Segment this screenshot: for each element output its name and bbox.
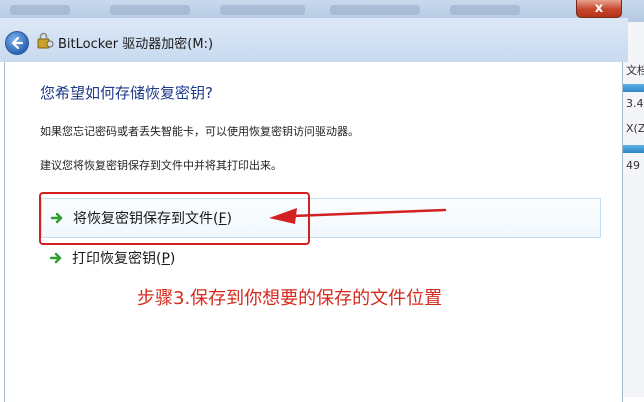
annotation-arrow-icon	[269, 208, 447, 224]
page-heading: 您希望如何存储恢复密钥?	[40, 84, 213, 102]
wizard-content: 您希望如何存储恢复密钥? 如果您忘记密码或者丢失智能卡，可以使用恢复密钥访问驱动…	[4, 62, 623, 402]
window-title: BitLocker 驱动器加密(M:)	[58, 37, 214, 52]
step-annotation: 步骤3.保存到你想要的保存的文件位置	[137, 288, 443, 309]
edge-text: X(Z	[626, 122, 644, 135]
back-arrow-icon	[11, 36, 24, 50]
print-key-label: 打印恢复密钥(P)	[72, 251, 176, 267]
print-key-option[interactable]: 打印恢复密钥(P)	[41, 240, 601, 276]
back-button[interactable]	[5, 31, 29, 55]
edge-text: 3.4	[626, 97, 644, 110]
green-arrow-icon	[49, 252, 62, 264]
window-titlebar: BitLocker 驱动器加密(M:)	[0, 18, 628, 62]
description-text: 如果您忘记密码或者丢失智能卡，可以使用恢复密钥访问驱动器。	[40, 125, 359, 138]
bitlocker-icon	[37, 32, 54, 49]
background-window-edge: 文档 3.4 X(Z 49	[623, 22, 644, 397]
recommendation-text: 建议您将恢复密钥保存到文件中并将其打印出来。	[40, 159, 282, 172]
edge-progress-bar	[623, 145, 644, 153]
close-button[interactable]: x	[576, 0, 622, 18]
edge-progress-bar	[623, 84, 644, 92]
edge-text: 文档	[626, 64, 644, 77]
edge-text: 49	[626, 159, 640, 172]
